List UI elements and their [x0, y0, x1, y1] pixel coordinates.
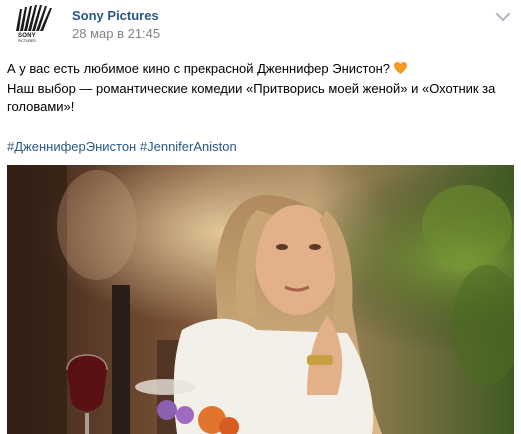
hashtags: #ДженниферЭнистон #JenniferAniston	[7, 138, 237, 156]
post-text-line-1: А у вас есть любимое кино с прекрасной Д…	[7, 60, 507, 80]
post-text-sentence-1: А у вас есть любимое кино с прекрасной Д…	[7, 61, 390, 76]
hashtag-link[interactable]: #ДженниферЭнистон	[7, 139, 136, 154]
author-name-link[interactable]: Sony Pictures	[72, 8, 159, 23]
movie-still-image	[7, 165, 514, 434]
sony-pictures-logo-icon	[14, 3, 54, 33]
post-text: А у вас есть любимое кино с прекрасной Д…	[7, 60, 507, 116]
post-date-link[interactable]: 28 мар в 21:45	[72, 26, 160, 41]
wall-post: SONY PICTURES Sony Pictures 28 мар в 21:…	[0, 0, 521, 434]
hashtag-link[interactable]: #JenniferAniston	[140, 139, 237, 154]
avatar[interactable]: SONY PICTURES	[14, 3, 54, 43]
orange-heart-icon	[393, 61, 408, 80]
logo-subword: PICTURES	[18, 39, 36, 43]
post-photo[interactable]	[7, 165, 514, 434]
post-menu-chevron-icon[interactable]	[495, 10, 511, 24]
post-text-line-2: Наш выбор — романтические комедии «Притв…	[7, 81, 496, 114]
